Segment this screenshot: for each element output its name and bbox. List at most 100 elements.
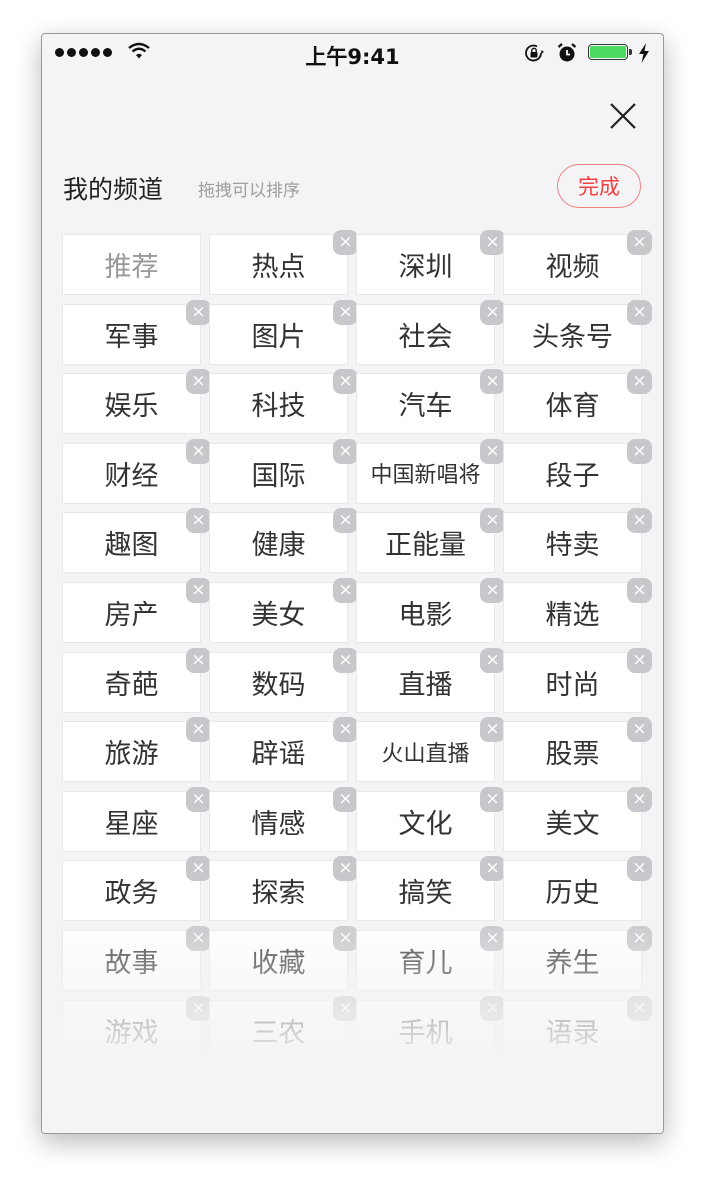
channel-chip[interactable]: 故事 ×	[62, 926, 211, 991]
remove-channel-icon[interactable]: ×	[627, 856, 652, 882]
channel-chip[interactable]: 军事 ×	[62, 299, 211, 365]
channel-chip[interactable]: 财经 ×	[62, 438, 211, 504]
remove-channel-icon[interactable]: ×	[627, 369, 652, 395]
remove-channel-icon[interactable]: ×	[333, 856, 358, 882]
remove-channel-icon[interactable]: ×	[627, 508, 652, 534]
channel-chip[interactable]: 深圳 ×	[356, 230, 505, 295]
remove-channel-icon[interactable]: ×	[186, 647, 211, 673]
channel-chip[interactable]: 体育 ×	[503, 369, 652, 435]
channel-chip[interactable]: 文化 ×	[356, 786, 505, 852]
remove-channel-icon[interactable]: ×	[186, 995, 211, 1021]
channel-chip[interactable]: 星座 ×	[62, 786, 211, 852]
channel-chip[interactable]: 股票 ×	[503, 717, 652, 783]
remove-channel-icon[interactable]: ×	[480, 786, 505, 812]
channel-chip[interactable]: 社会 ×	[356, 299, 505, 365]
remove-channel-icon[interactable]: ×	[333, 995, 358, 1021]
remove-channel-icon[interactable]: ×	[627, 786, 652, 812]
remove-channel-icon[interactable]: ×	[333, 786, 358, 812]
channel-chip[interactable]: 趣图 ×	[62, 508, 211, 574]
remove-channel-icon[interactable]: ×	[333, 438, 358, 464]
remove-channel-icon[interactable]: ×	[186, 578, 211, 603]
remove-channel-icon[interactable]: ×	[186, 856, 211, 882]
channel-chip[interactable]: 语录 ×	[503, 995, 652, 1061]
remove-channel-icon[interactable]: ×	[333, 299, 358, 325]
channel-label: 社会	[398, 321, 453, 353]
channel-chip[interactable]: 养生 ×	[503, 926, 652, 991]
channel-chip[interactable]: 情感 ×	[209, 786, 358, 852]
remove-channel-icon[interactable]: ×	[333, 647, 358, 673]
remove-channel-icon[interactable]: ×	[480, 299, 505, 325]
channel-chip[interactable]: 数码 ×	[209, 647, 358, 713]
channel-chip[interactable]: 国际 ×	[209, 438, 358, 504]
remove-channel-icon[interactable]: ×	[627, 438, 652, 464]
channel-chip[interactable]: 游戏 ×	[62, 995, 211, 1061]
channel-chip[interactable]: 历史 ×	[503, 856, 652, 922]
remove-channel-icon[interactable]: ×	[480, 717, 505, 743]
remove-channel-icon[interactable]: ×	[627, 299, 652, 325]
remove-channel-icon[interactable]: ×	[333, 230, 358, 255]
channel-chip[interactable]: 美文 ×	[503, 786, 652, 852]
remove-channel-icon[interactable]: ×	[627, 578, 652, 603]
remove-channel-icon[interactable]: ×	[186, 786, 211, 812]
channel-chip[interactable]: 火山直播 ×	[356, 717, 505, 783]
channel-chip[interactable]: 科技 ×	[209, 369, 358, 435]
remove-channel-icon[interactable]: ×	[480, 508, 505, 534]
channel-chip[interactable]: 手机 ×	[356, 995, 505, 1061]
channel-chip[interactable]: 头条号 ×	[503, 299, 652, 365]
channel-chip[interactable]: 正能量 ×	[356, 508, 505, 574]
remove-channel-icon[interactable]: ×	[627, 647, 652, 673]
remove-channel-icon[interactable]: ×	[333, 369, 358, 395]
channel-chip[interactable]: 推荐	[62, 234, 201, 295]
channel-chip[interactable]: 时尚 ×	[503, 647, 652, 713]
remove-channel-icon[interactable]: ×	[186, 508, 211, 534]
channel-chip[interactable]: 辟谣 ×	[209, 717, 358, 783]
channel-chip[interactable]: 热点 ×	[209, 230, 358, 295]
channel-label: 视频	[545, 252, 600, 283]
remove-channel-icon[interactable]: ×	[186, 299, 211, 325]
remove-channel-icon[interactable]: ×	[186, 926, 211, 951]
remove-channel-icon[interactable]: ×	[627, 995, 652, 1021]
channel-chip[interactable]: 视频 ×	[503, 230, 652, 295]
channel-chip[interactable]: 特卖 ×	[503, 508, 652, 574]
channel-chip[interactable]: 政务 ×	[62, 856, 211, 922]
channel-chip[interactable]: 奇葩 ×	[62, 647, 211, 713]
remove-channel-icon[interactable]: ×	[480, 369, 505, 395]
channel-chip[interactable]: 图片 ×	[209, 299, 358, 365]
channel-chip[interactable]: 精选 ×	[503, 578, 652, 643]
remove-channel-icon[interactable]: ×	[480, 647, 505, 673]
remove-channel-icon[interactable]: ×	[480, 438, 505, 464]
remove-channel-icon[interactable]: ×	[627, 717, 652, 743]
channel-chip[interactable]: 健康 ×	[209, 508, 358, 574]
channel-chip[interactable]: 三农 ×	[209, 995, 358, 1061]
channel-chip[interactable]: 旅游 ×	[62, 717, 211, 783]
channel-label: 星座	[104, 808, 159, 840]
remove-channel-icon[interactable]: ×	[627, 230, 652, 255]
remove-channel-icon[interactable]: ×	[186, 717, 211, 743]
channel-chip[interactable]: 汽车 ×	[356, 369, 505, 435]
channel-chip[interactable]: 段子 ×	[503, 438, 652, 504]
remove-channel-icon[interactable]: ×	[627, 926, 652, 951]
remove-channel-icon[interactable]: ×	[480, 578, 505, 603]
remove-channel-icon[interactable]: ×	[333, 508, 358, 534]
remove-channel-icon[interactable]: ×	[480, 230, 505, 255]
channel-chip[interactable]: 收藏 ×	[209, 926, 358, 991]
channel-chip[interactable]: 电影 ×	[356, 578, 505, 643]
channel-chip[interactable]: 探索 ×	[209, 856, 358, 922]
remove-channel-icon[interactable]: ×	[333, 717, 358, 743]
channel-chip[interactable]: 育儿 ×	[356, 926, 505, 991]
channel-label: 旅游	[104, 739, 159, 771]
channel-label: 美女	[251, 600, 306, 631]
remove-channel-icon[interactable]: ×	[333, 578, 358, 603]
channel-chip[interactable]: 娱乐 ×	[62, 369, 211, 435]
channel-chip[interactable]: 中国新唱将 ×	[356, 438, 505, 504]
channel-chip[interactable]: 直播 ×	[356, 647, 505, 713]
channel-chip[interactable]: 搞笑 ×	[356, 856, 505, 922]
remove-channel-icon[interactable]: ×	[186, 438, 211, 464]
remove-channel-icon[interactable]: ×	[480, 856, 505, 882]
remove-channel-icon[interactable]: ×	[480, 926, 505, 951]
channel-chip[interactable]: 房产 ×	[62, 578, 211, 643]
channel-chip[interactable]: 美女 ×	[209, 578, 358, 643]
remove-channel-icon[interactable]: ×	[186, 369, 211, 395]
remove-channel-icon[interactable]: ×	[480, 995, 505, 1021]
remove-channel-icon[interactable]: ×	[333, 926, 358, 951]
